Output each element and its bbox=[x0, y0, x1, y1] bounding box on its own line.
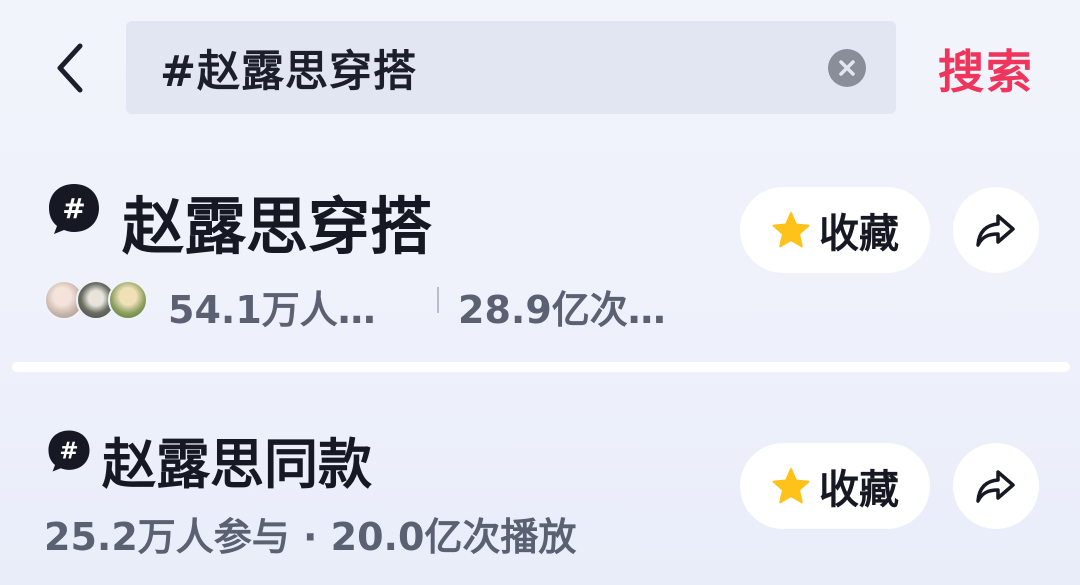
svg-text:#: # bbox=[62, 192, 85, 225]
back-button[interactable] bbox=[50, 42, 90, 94]
topic-title: 赵露思穿搭 bbox=[122, 190, 433, 263]
chevron-left-icon bbox=[57, 43, 83, 93]
participant-avatars bbox=[44, 280, 154, 322]
clear-search-button[interactable] bbox=[828, 48, 866, 87]
svg-text:#: # bbox=[59, 438, 78, 464]
favorite-button[interactable]: 收藏 bbox=[740, 443, 930, 529]
star-icon bbox=[772, 212, 810, 248]
search-button[interactable]: 搜索 bbox=[938, 36, 1034, 102]
favorite-label: 收藏 bbox=[819, 467, 899, 513]
topic-hash-icon: # bbox=[48, 430, 90, 472]
participants-count: 54.1万人… bbox=[168, 288, 376, 332]
search-query-text: #赵露思穿搭 bbox=[160, 46, 418, 97]
favorite-button[interactable]: 收藏 bbox=[740, 187, 930, 273]
share-icon bbox=[976, 214, 1015, 247]
views-count: 28.9亿次… bbox=[458, 288, 666, 332]
search-input[interactable]: #赵露思穿搭 bbox=[126, 21, 896, 114]
favorite-label: 收藏 bbox=[819, 211, 899, 257]
close-icon bbox=[839, 59, 855, 76]
topic-stats: 25.2万人参与 · 20.0亿次播放 bbox=[44, 515, 577, 559]
share-icon bbox=[976, 470, 1015, 503]
topic-title: 赵露思同款 bbox=[102, 433, 372, 496]
share-button[interactable] bbox=[953, 187, 1039, 273]
avatar bbox=[108, 280, 148, 320]
topic-hash-icon: # bbox=[49, 184, 99, 234]
stats-divider bbox=[437, 287, 439, 313]
share-button[interactable] bbox=[953, 443, 1039, 529]
section-divider bbox=[12, 362, 1070, 372]
star-icon bbox=[772, 468, 810, 504]
